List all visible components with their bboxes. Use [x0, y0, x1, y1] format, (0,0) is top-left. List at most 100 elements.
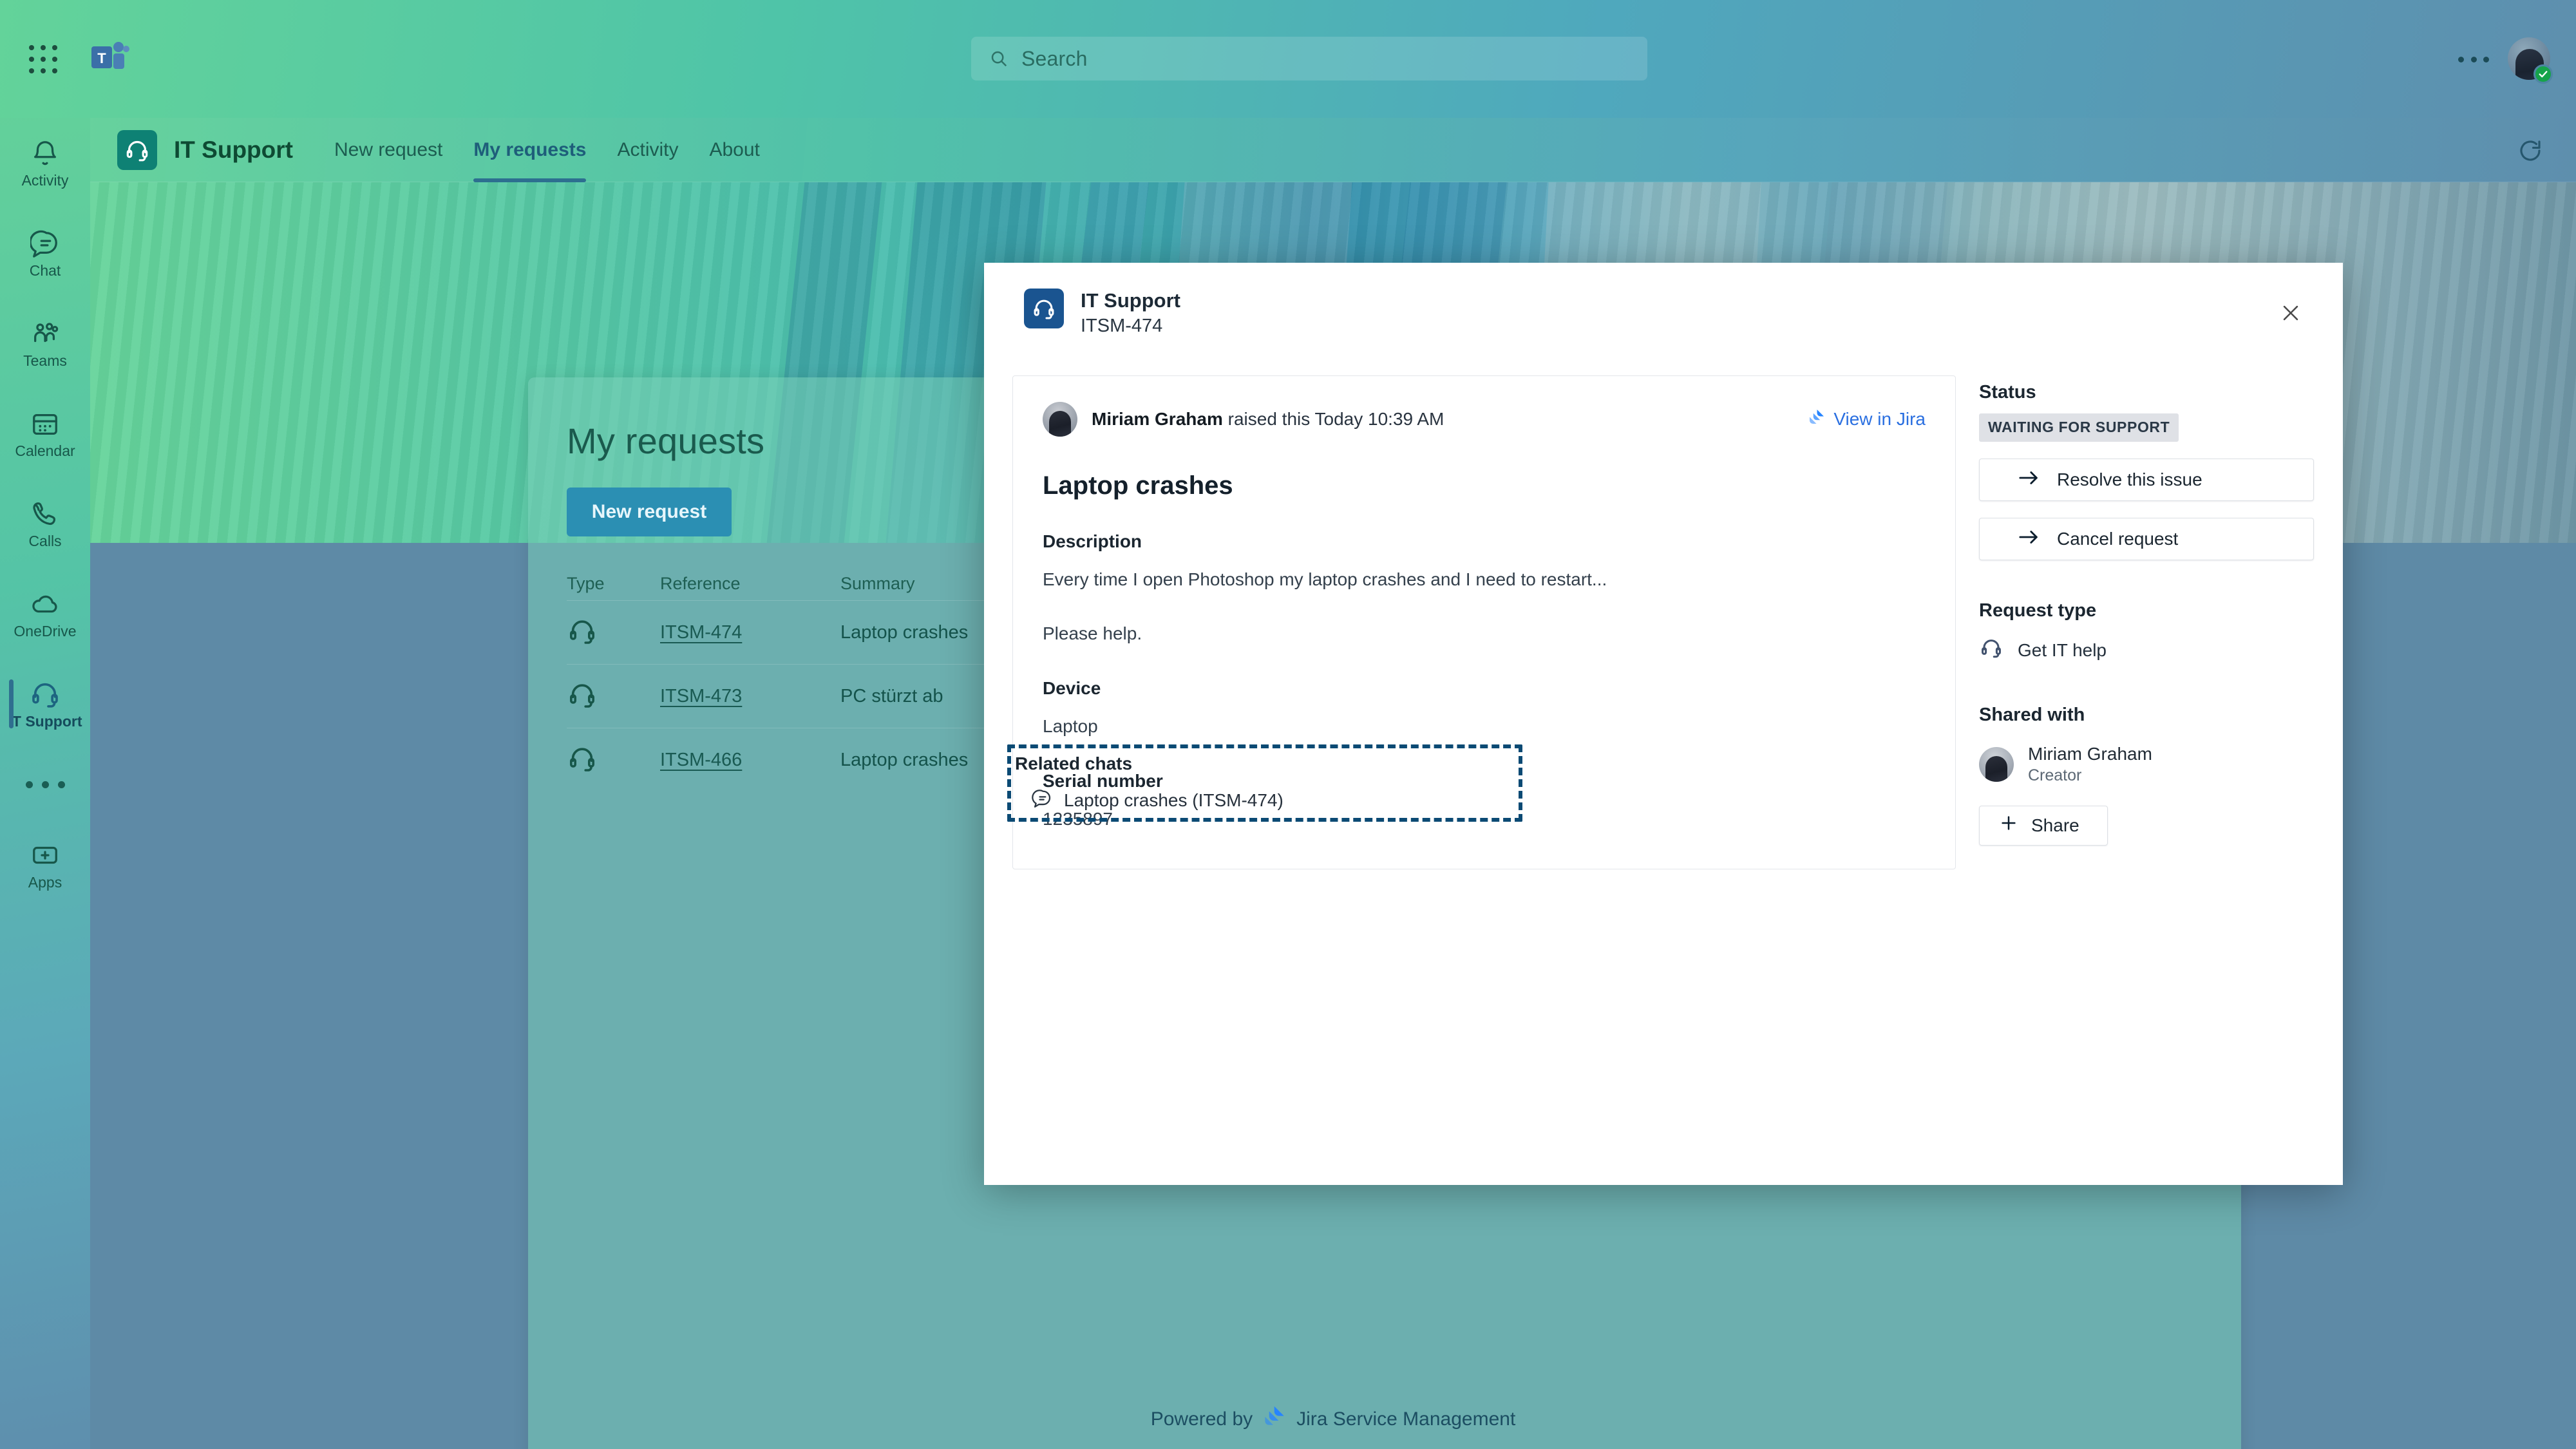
shared-person-name: Miriam Graham [2028, 744, 2152, 764]
view-in-jira-label: View in Jira [1833, 409, 1926, 429]
related-chats-section: Related chats Laptop crashes (ITSM-474) [1015, 753, 1283, 812]
raised-this-time: raised this Today 10:39 AM [1222, 409, 1444, 429]
jira-logo-icon [1806, 408, 1826, 431]
raiser-row: Miriam Graham raised this Today 10:39 AM… [1043, 402, 1926, 437]
sidebar-item-label: Chat [29, 261, 61, 279]
search-input-placeholder: Search [1021, 46, 1088, 70]
headset-icon [567, 679, 660, 714]
arrow-right-icon [2018, 469, 2040, 491]
related-chat-item[interactable]: Laptop crashes (ITSM-474) [1015, 788, 1283, 812]
apps-plus-icon [30, 840, 60, 870]
request-reference-link[interactable]: ITSM-474 [660, 622, 742, 643]
svg-text:T: T [97, 50, 106, 66]
dialog-side-column: Status WAITING FOR SUPPORT Resolve this … [1979, 375, 2320, 869]
headset-icon [1024, 289, 1064, 328]
dialog-header: IT Support ITSM-474 [984, 263, 2343, 375]
sidebar-item-apps[interactable]: Apps [0, 820, 90, 910]
teams-top-bar: T Search [0, 0, 2576, 118]
cancel-request-button[interactable]: Cancel request [1979, 518, 2314, 560]
request-type-value: Get IT help [2018, 639, 2107, 660]
chat-icon [29, 229, 60, 258]
sidebar-item-label: Apps [28, 873, 62, 891]
raised-by-text: Miriam Graham raised this Today 10:39 AM [1092, 409, 1444, 430]
shared-person: Miriam Graham Creator [1979, 743, 2320, 786]
search-bar[interactable]: Search [971, 37, 1647, 80]
request-reference-link[interactable]: ITSM-466 [660, 750, 742, 770]
column-header-reference: Reference [660, 574, 741, 593]
resolve-this-issue-label: Resolve this issue [2057, 469, 2202, 489]
search-icon [989, 49, 1009, 68]
shared-person-role: Creator [2028, 766, 2082, 784]
status-badge: WAITING FOR SUPPORT [1979, 413, 2179, 442]
field-label-device: Device [1043, 678, 1101, 698]
sidebar-item-teams[interactable]: Teams [0, 298, 90, 388]
app-launcher-icon[interactable] [29, 45, 57, 73]
sidebar-item-activity[interactable]: Activity [0, 118, 90, 208]
sidebar-item-chat[interactable]: Chat [0, 208, 90, 298]
sidebar-item-it-support[interactable]: IT Support [0, 659, 90, 749]
headset-icon [1979, 636, 2003, 665]
arrow-right-icon [2018, 529, 2040, 550]
dialog-app-name: IT Support [1081, 289, 1180, 312]
view-in-jira-link[interactable]: View in Jira [1806, 408, 1926, 431]
resolve-this-issue-button[interactable]: Resolve this issue [1979, 459, 2314, 501]
phone-icon [30, 499, 60, 529]
raiser-name: Miriam Graham [1092, 409, 1223, 429]
sidebar-item-label: OneDrive [14, 622, 77, 639]
share-button[interactable]: Share [1979, 805, 2108, 846]
shared-with-label: Shared with [1979, 705, 2085, 725]
microsoft-teams-logo: T [90, 40, 130, 79]
request-summary: Laptop crashes [840, 749, 969, 770]
request-type-value-row: Get IT help [1979, 636, 2320, 665]
close-icon[interactable] [2276, 298, 2306, 328]
headset-icon [30, 679, 60, 709]
avatar [1979, 746, 2014, 782]
sidebar-item-calendar[interactable]: Calendar [0, 388, 90, 478]
tab-my-requests[interactable]: My requests [458, 118, 601, 182]
calendar-icon [30, 409, 60, 439]
column-header-type: Type [567, 574, 605, 593]
headset-icon [567, 743, 660, 777]
left-rail: Activity Chat Teams Calendar Calls OneDr… [0, 118, 90, 1449]
tab-new-request[interactable]: New request [319, 118, 458, 182]
request-details-dialog: IT Support ITSM-474 Miriam Graham raised… [984, 263, 2343, 1185]
related-chat-title: Laptop crashes (ITSM-474) [1064, 790, 1283, 810]
tab-about[interactable]: About [694, 118, 775, 182]
more-options-icon[interactable] [2458, 47, 2489, 71]
request-type-label: Request type [1979, 600, 2097, 621]
bell-icon [30, 138, 60, 168]
plus-icon [1999, 813, 2018, 837]
app-nav-bar: IT Support New request My requests Activ… [90, 118, 2576, 182]
status-label: Status [1979, 382, 2036, 402]
sidebar-item-calls[interactable]: Calls [0, 478, 90, 569]
sidebar-item-label: Activity [21, 171, 69, 189]
chat-icon [1032, 788, 1052, 812]
related-chats-label: Related chats [1015, 753, 1133, 773]
request-summary: PC stürzt ab [840, 685, 943, 706]
sidebar-item-label: Calendar [15, 442, 75, 459]
dialog-issue-key: ITSM-474 [1081, 315, 1163, 336]
status-badge [2533, 64, 2553, 84]
refresh-icon[interactable] [2517, 137, 2544, 164]
footer-prefix: Powered by [1150, 1408, 1253, 1430]
sidebar-item-label: Calls [28, 532, 62, 549]
sidebar-item-label: IT Support [8, 712, 82, 730]
headset-icon [117, 129, 157, 170]
request-reference-link[interactable]: ITSM-473 [660, 686, 742, 706]
teams-icon [30, 319, 60, 348]
app-root: T Search Activity Chat Teams Calendar Ca… [0, 0, 2576, 1449]
cancel-request-label: Cancel request [2057, 529, 2179, 549]
sidebar-item-label: Teams [23, 352, 67, 369]
field-label-description: Description [1043, 531, 1142, 551]
new-request-button[interactable]: New request [567, 488, 732, 536]
headset-icon [567, 616, 660, 650]
field-value-description-line2: Please help. [1043, 623, 1142, 643]
tab-activity[interactable]: Activity [601, 118, 694, 182]
field-value-description: Every time I open Photoshop my laptop cr… [1043, 569, 1607, 589]
page-title: IT Support [174, 136, 293, 163]
field-value-device: Laptop [1043, 716, 1098, 736]
share-label: Share [2031, 815, 2079, 835]
more-apps-icon[interactable] [0, 749, 90, 820]
sidebar-item-onedrive[interactable]: OneDrive [0, 569, 90, 659]
footer-powered-by: Powered by Jira Service Management [1150, 1404, 1515, 1435]
